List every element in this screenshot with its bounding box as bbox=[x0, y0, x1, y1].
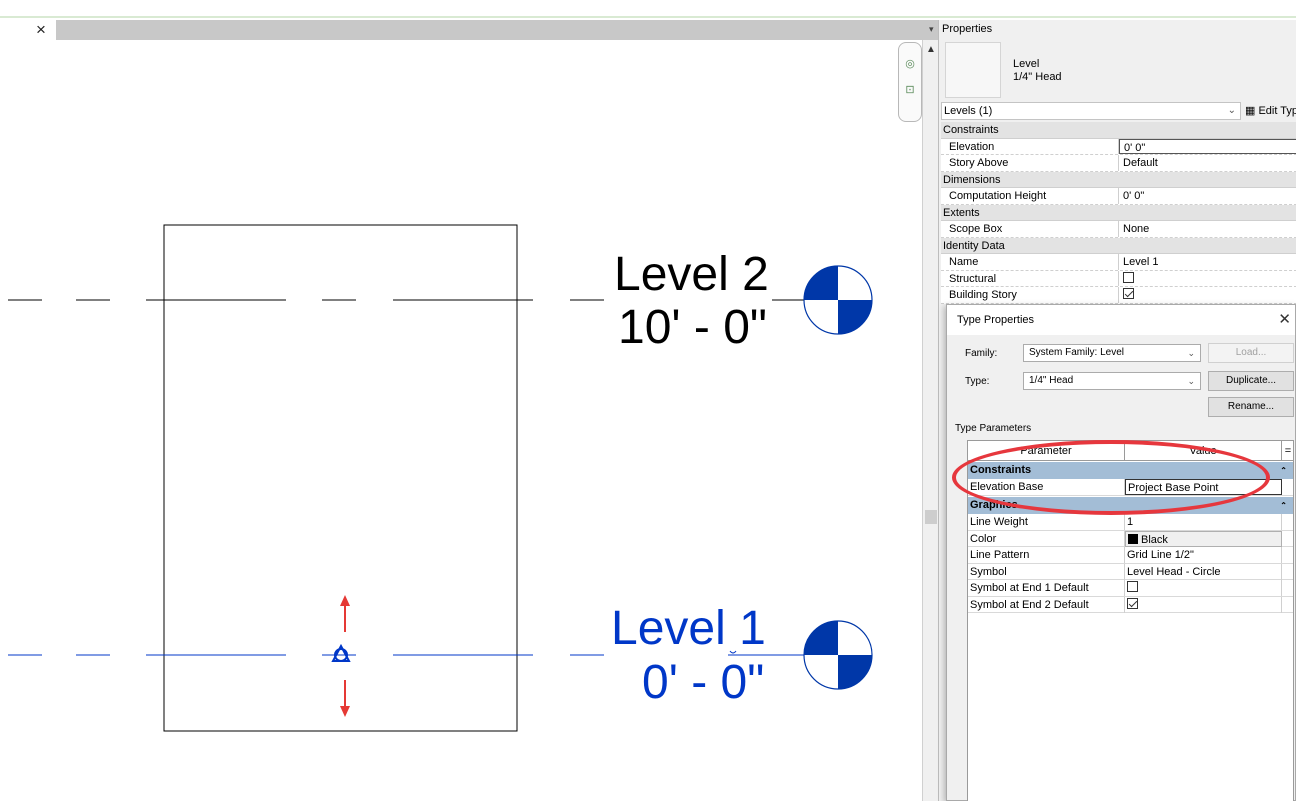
zoom-icon[interactable]: ⊡ bbox=[903, 83, 917, 97]
group-constraints[interactable]: Constraints bbox=[941, 122, 1296, 139]
level-1-name[interactable]: Level 1 bbox=[611, 605, 766, 653]
scroll-thumb[interactable] bbox=[925, 510, 937, 524]
column-header-parameter[interactable]: Parameter bbox=[968, 441, 1125, 461]
navigation-bar: ◎ ⊡ bbox=[898, 42, 922, 122]
edit-type-button[interactable]: ▦ Edit Typ bbox=[1245, 102, 1296, 120]
chevron-down-icon: ⌄ bbox=[1187, 348, 1195, 358]
param-row-symbol-end2[interactable]: Symbol at End 2 Default bbox=[968, 596, 1293, 613]
group-extents[interactable]: Extents bbox=[941, 204, 1296, 221]
table-header: Parameter Value = bbox=[968, 441, 1293, 461]
color-swatch bbox=[1128, 533, 1138, 544]
level-2-head-icon bbox=[803, 265, 873, 335]
dialog-title: Type Properties bbox=[947, 305, 1295, 335]
param-row-line-weight[interactable]: Line Weight 1 bbox=[968, 514, 1293, 531]
instance-filter-dropdown[interactable]: Levels (1) ⌄ bbox=[941, 102, 1241, 120]
revit-window: × Level 2 10' - 0" Level 1 0' - 0" ◎ ⊡ ▲… bbox=[0, 0, 1296, 801]
param-row-symbol[interactable]: Symbol Level Head - Circle bbox=[968, 563, 1293, 580]
column-header-extra[interactable]: = bbox=[1282, 441, 1294, 461]
symbol-end2-checkbox[interactable] bbox=[1127, 597, 1138, 609]
type-selector-label[interactable]: Level 1/4" Head bbox=[1013, 58, 1062, 84]
vertical-scrollbar[interactable]: ▲ bbox=[922, 40, 938, 801]
type-label: Type: bbox=[965, 376, 990, 387]
edit-type-icon: ▦ bbox=[1245, 105, 1256, 117]
chevron-down-icon: ⌄ bbox=[1187, 376, 1195, 386]
group-graphics[interactable]: Graphics ⌃ bbox=[968, 497, 1293, 514]
type-parameters-table: Parameter Value = Constraints ⌃ Elevatio… bbox=[967, 440, 1294, 801]
close-view-button[interactable]: × bbox=[0, 20, 56, 40]
elevation-value-field[interactable]: 0' 0" bbox=[1119, 138, 1296, 154]
group-dimensions[interactable]: Dimensions bbox=[941, 171, 1296, 188]
collapse-icon[interactable]: ⌃ bbox=[1280, 497, 1287, 514]
property-row-elevation[interactable]: Elevation 0' 0" bbox=[941, 138, 1296, 155]
level-2-name[interactable]: Level 2 bbox=[614, 251, 769, 299]
family-dropdown[interactable]: System Family: Level ⌄ bbox=[1023, 344, 1201, 362]
column-header-value[interactable]: Value bbox=[1125, 441, 1282, 461]
steering-wheel-icon[interactable]: ◎ bbox=[903, 57, 917, 71]
level-1-head-icon bbox=[803, 620, 873, 690]
family-label: Family: bbox=[965, 348, 998, 359]
property-row-scope-box[interactable]: Scope Box None bbox=[941, 221, 1296, 238]
group-constraints[interactable]: Constraints ⌃ bbox=[968, 462, 1293, 479]
load-button[interactable]: Load... bbox=[1208, 343, 1294, 363]
duplicate-button[interactable]: Duplicate... bbox=[1208, 371, 1294, 391]
palette-menu-icon[interactable]: ▾ bbox=[929, 20, 934, 38]
type-parameters-label: Type Parameters bbox=[955, 423, 1032, 434]
type-dropdown[interactable]: 1/4" Head ⌄ bbox=[1023, 372, 1201, 390]
chevron-down-icon: ⌄ bbox=[1227, 105, 1236, 116]
building-story-checkbox[interactable] bbox=[1123, 288, 1134, 299]
move-up-arrow-icon bbox=[340, 595, 350, 632]
close-icon[interactable]: ✕ bbox=[1278, 305, 1291, 335]
collapse-icon[interactable]: ⌃ bbox=[1280, 462, 1287, 479]
type-properties-dialog: Type Properties ✕ Family: System Family:… bbox=[946, 304, 1296, 801]
param-row-line-pattern[interactable]: Line Pattern Grid Line 1/2" bbox=[968, 547, 1293, 564]
structural-checkbox[interactable] bbox=[1123, 271, 1134, 283]
property-row-story-above[interactable]: Story Above Default bbox=[941, 155, 1296, 172]
instance-properties-grid: Constraints Elevation 0' 0" Story Above … bbox=[941, 122, 1296, 304]
instance-filter-row: Levels (1) ⌄ ▦ Edit Typ bbox=[941, 102, 1296, 120]
param-row-symbol-end1[interactable]: Symbol at End 1 Default bbox=[968, 580, 1293, 597]
type-name-text: 1/4" Head bbox=[1013, 71, 1062, 83]
view-tab-bar: × bbox=[0, 20, 938, 40]
ribbon-edge bbox=[0, 0, 1296, 18]
elevation-drawing[interactable] bbox=[0, 40, 922, 801]
move-down-arrow-icon bbox=[340, 680, 350, 717]
properties-title: ▾ Properties bbox=[929, 20, 1296, 38]
color-picker-button[interactable]: Black bbox=[1125, 530, 1282, 547]
elevation-base-field[interactable]: Project Base Point bbox=[1125, 479, 1282, 495]
property-row-name[interactable]: Name Level 1 bbox=[941, 254, 1296, 271]
type-preview-image[interactable] bbox=[945, 42, 1001, 98]
base-point-icon bbox=[331, 643, 351, 662]
scroll-up-icon[interactable]: ▲ bbox=[926, 44, 936, 55]
property-row-building-story[interactable]: Building Story bbox=[941, 287, 1296, 304]
property-row-structural[interactable]: Structural bbox=[941, 270, 1296, 287]
level-2-elevation[interactable]: 10' - 0" bbox=[618, 304, 767, 352]
param-row-color[interactable]: Color Black bbox=[968, 530, 1293, 547]
type-family-text: Level bbox=[1013, 58, 1040, 70]
property-row-computation-height[interactable]: Computation Height 0' 0" bbox=[941, 188, 1296, 205]
symbol-end1-checkbox[interactable] bbox=[1127, 581, 1138, 592]
drawing-canvas[interactable]: Level 2 10' - 0" Level 1 0' - 0" bbox=[0, 40, 922, 801]
param-row-elevation-base[interactable]: Elevation Base Project Base Point bbox=[968, 479, 1293, 496]
level-1-elevation[interactable]: 0' - 0" bbox=[642, 659, 764, 707]
group-identity-data[interactable]: Identity Data bbox=[941, 237, 1296, 254]
rename-button[interactable]: Rename... bbox=[1208, 397, 1294, 417]
